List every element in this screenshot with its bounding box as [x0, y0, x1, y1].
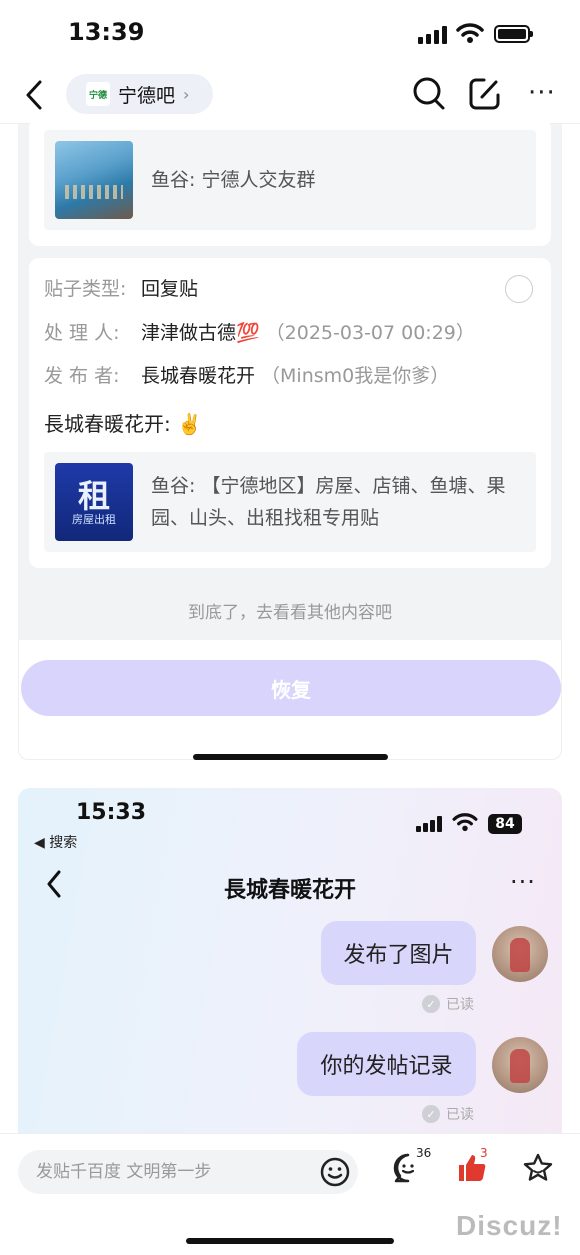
back-to-search: ◀ 搜索: [34, 835, 78, 851]
poster-row: 发 布 者: 長城春暖花开 （Minsm0我是你爹）: [44, 361, 449, 388]
comment-box[interactable]: [18, 1150, 358, 1194]
chat-title: 長城春暖花开: [223, 878, 356, 903]
chat-message: 发布了图片: [321, 921, 476, 985]
read-status: 已读: [446, 1107, 474, 1123]
home-indicator: [186, 1238, 394, 1244]
post-content: 長城春暖花开: ✌️: [44, 412, 202, 436]
read-receipt: ✓ 已读: [422, 1104, 474, 1124]
post-type-label: 贴子类型:: [44, 278, 127, 300]
battery-icon: 84: [488, 814, 522, 834]
post-type-value: 回复贴: [141, 278, 199, 300]
comment-input[interactable]: [36, 1150, 316, 1194]
chat-status-time: 15:33: [76, 800, 147, 825]
share-text: 鱼谷: 【宁德地区】房屋、店铺、鱼塘、果园、山头、出租找租专用贴: [151, 475, 506, 529]
avatar: [492, 926, 548, 982]
check-icon: ✓: [422, 1105, 440, 1123]
search-icon[interactable]: [412, 76, 446, 112]
top-nav: 宁德 宁德吧 › ···: [0, 66, 580, 124]
more-icon[interactable]: ···: [528, 78, 556, 108]
comment-count: 36: [416, 1146, 432, 1160]
emoji-icon[interactable]: [320, 1157, 350, 1187]
handler-name[interactable]: 津津做古德💯: [141, 322, 260, 344]
back-icon[interactable]: [22, 78, 46, 112]
wifi-icon: [452, 813, 478, 832]
wifi-icon: [456, 23, 484, 43]
shared-link[interactable]: 鱼谷: 宁德人交友群: [44, 130, 536, 230]
restore-button[interactable]: 恢复: [21, 660, 561, 716]
comment-button[interactable]: 36: [392, 1146, 431, 1188]
share-text: 鱼谷: 宁德人交友群: [151, 169, 316, 191]
forum-logo: 宁德: [86, 82, 110, 106]
poster-label: 发 布 者:: [44, 365, 120, 387]
check-icon: ✓: [422, 995, 440, 1013]
home-indicator: [193, 754, 388, 760]
read-receipt: ✓ 已读: [422, 994, 474, 1014]
chat-screenshot[interactable]: 15:33 ◀ 搜索 84 長城春暖花开 ··· 发布了图片 ✓ 已读 你的发帖记…: [18, 788, 562, 1133]
more-icon: ···: [510, 868, 536, 896]
thumb-subtext: 房屋出租: [72, 513, 116, 526]
share-thumbnail: [55, 141, 133, 219]
signal-icon: [418, 26, 448, 44]
handler-time: （2025-03-07 00:29）: [265, 322, 475, 344]
content-area: 鱼谷: 宁德人交友群 贴子类型: 回复贴 处 理 人: 津津做古德💯 （2025-03…: [18, 118, 562, 640]
status-bar: 13:39: [0, 0, 580, 66]
battery-icon: [494, 25, 533, 43]
shared-link[interactable]: 租 房屋出租 鱼谷: 【宁德地区】房屋、店铺、鱼塘、果园、山头、出租找租专用贴: [44, 452, 536, 552]
handler-row: 处 理 人: 津津做古德💯 （2025-03-07 00:29）: [44, 318, 475, 345]
action-footer: 恢复: [18, 640, 562, 760]
post-card: 鱼谷: 宁德人交友群: [29, 118, 551, 246]
signal-icon: [416, 816, 444, 832]
watermark: Discuz!: [456, 1210, 563, 1241]
star-icon: [523, 1153, 553, 1181]
post-card: 贴子类型: 回复贴 处 理 人: 津津做古德💯 （2025-03-07 00:29） …: [29, 258, 551, 568]
like-button[interactable]: 3: [456, 1146, 488, 1188]
status-time: 13:39: [68, 18, 145, 46]
handler-label: 处 理 人:: [44, 322, 120, 344]
end-of-list-tip: 到底了，去看看其他内容吧: [188, 603, 392, 623]
forum-pill[interactable]: 宁德 宁德吧 ›: [66, 74, 213, 114]
select-radio[interactable]: [505, 275, 533, 303]
read-status: 已读: [446, 997, 474, 1013]
poster-name[interactable]: 長城春暖花开: [141, 365, 255, 387]
bottom-bar: 36 3 Discuz!: [0, 1133, 580, 1255]
favorite-button[interactable]: [522, 1152, 554, 1188]
edit-icon[interactable]: [468, 76, 502, 112]
share-thumbnail: 租 房屋出租: [55, 463, 133, 541]
chevron-right-icon: ›: [183, 84, 190, 104]
avatar: [492, 1037, 548, 1093]
like-count: 3: [480, 1146, 488, 1160]
poster-alias: （Minsm0我是你爹）: [261, 365, 450, 387]
post-type-row: 贴子类型: 回复贴: [44, 274, 198, 301]
forum-name: 宁德吧: [118, 84, 176, 107]
chat-message: 你的发帖记录: [297, 1032, 476, 1096]
